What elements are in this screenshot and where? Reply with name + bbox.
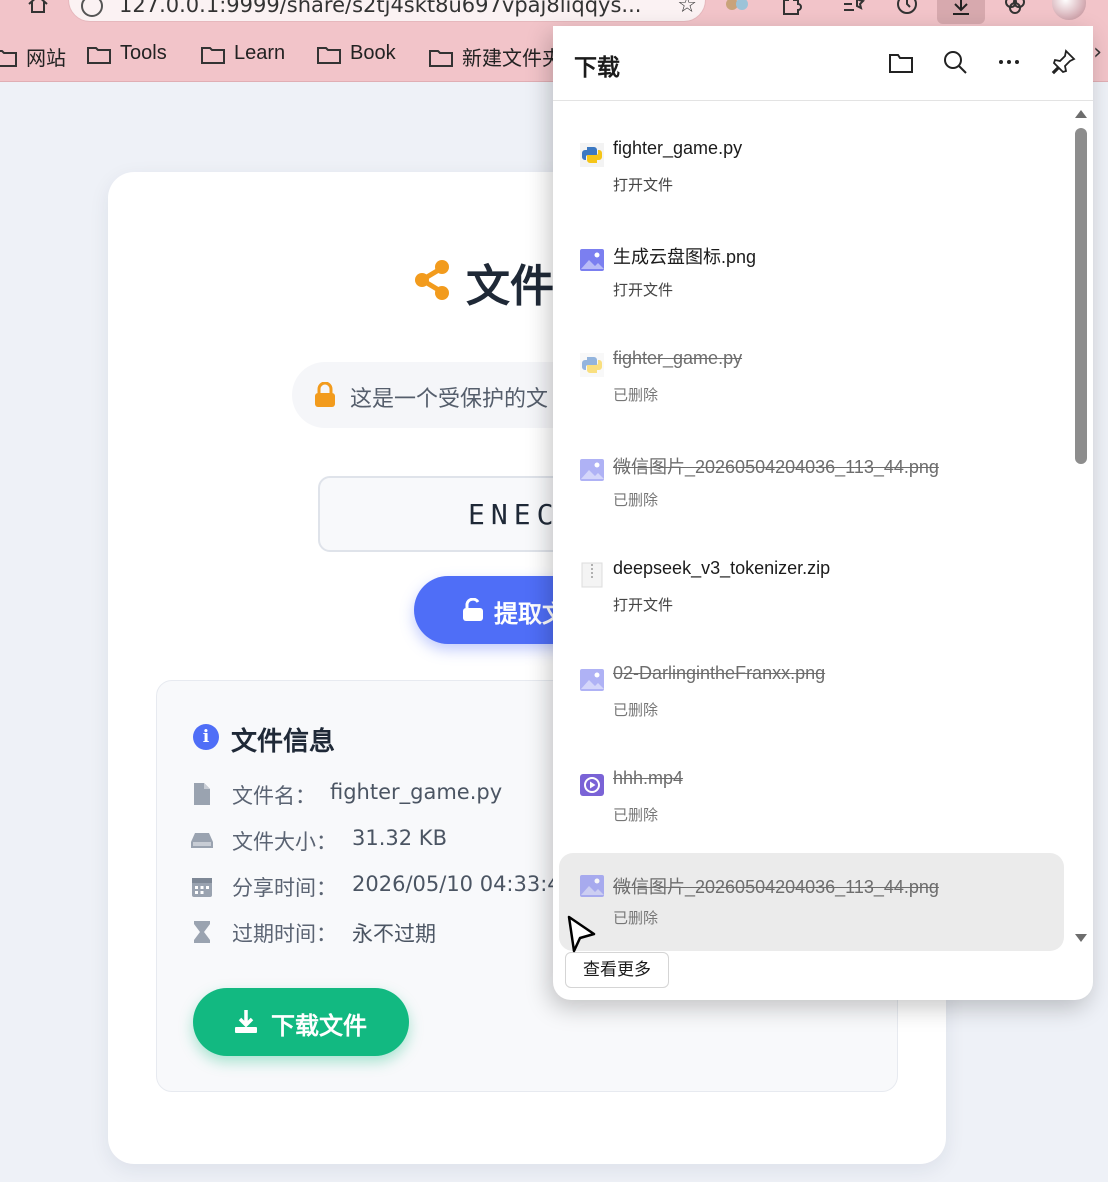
search-icon[interactable] bbox=[941, 48, 969, 76]
share-icon bbox=[415, 260, 449, 300]
python-file-icon bbox=[580, 353, 604, 377]
star-icon[interactable]: ☆ bbox=[677, 0, 697, 18]
calendar-icon bbox=[192, 878, 212, 897]
panel-divider bbox=[553, 100, 1093, 101]
bookmark-label: Tools bbox=[120, 42, 167, 64]
browser-toolbar: 127.0.0.1:9999/share/s2tj4skt8u697vpaj8l… bbox=[0, 0, 1108, 26]
image-file-icon bbox=[580, 875, 604, 897]
file-icon bbox=[194, 783, 210, 805]
page-title: 文件 bbox=[466, 261, 554, 312]
file-size-value: 31.32 KB bbox=[352, 826, 447, 850]
download-file-name: deepseek_v3_tokenizer.zip bbox=[613, 558, 831, 578]
copilot-icon[interactable] bbox=[1002, 0, 1028, 16]
zip-file-icon bbox=[581, 562, 603, 588]
folder-icon bbox=[429, 49, 453, 67]
file-info-title: 文件信息 bbox=[231, 727, 336, 757]
more-options-icon[interactable] bbox=[995, 48, 1023, 76]
folder-icon bbox=[201, 46, 225, 64]
downloads-title: 下载 bbox=[574, 55, 620, 81]
download-item[interactable]: 02-DarlingintheFranxx.png 已删除 bbox=[559, 639, 1064, 737]
deleted-status: 已删除 bbox=[613, 701, 659, 719]
info-icon[interactable] bbox=[81, 0, 103, 17]
bookmark-folder[interactable]: Book bbox=[316, 42, 396, 65]
deleted-status: 已删除 bbox=[613, 806, 659, 824]
home-icon[interactable] bbox=[26, 0, 50, 16]
download-item[interactable]: fighter_game.py 已删除 bbox=[559, 324, 1064, 422]
download-file-label: 下载文件 bbox=[271, 1012, 367, 1040]
download-file-button[interactable]: 下载文件 bbox=[193, 988, 409, 1056]
scroll-down-arrow-icon[interactable] bbox=[1075, 934, 1087, 942]
download-file-name: 生成云盘图标.png bbox=[613, 247, 757, 267]
row-label: 分享时间： bbox=[232, 876, 337, 900]
image-file-icon bbox=[580, 669, 604, 691]
image-file-icon bbox=[580, 249, 604, 271]
folder-icon bbox=[317, 46, 341, 64]
bookmark-label: 网站 bbox=[26, 48, 66, 70]
file-name-value: fighter_game.py bbox=[330, 780, 503, 804]
download-file-name: fighter_game.py bbox=[613, 348, 743, 368]
url-text[interactable]: 127.0.0.1:9999/share/s2tj4skt8u697vpaj8l… bbox=[119, 0, 641, 17]
favorites-icon[interactable] bbox=[840, 0, 866, 16]
folder-icon[interactable] bbox=[887, 48, 915, 76]
image-file-icon bbox=[580, 459, 604, 481]
row-label: 过期时间： bbox=[232, 922, 337, 946]
download-file-name: hhh.mp4 bbox=[613, 768, 684, 788]
bookmark-folder[interactable]: 新建文件夹 bbox=[428, 42, 562, 71]
download-item[interactable]: 微信图片_20260504204036_113_44.png 已删除 bbox=[559, 853, 1064, 951]
row-label: 文件名： bbox=[232, 784, 316, 808]
see-more-button[interactable]: 查看更多 bbox=[565, 952, 669, 988]
puzzle-icon[interactable] bbox=[778, 0, 804, 16]
download-item[interactable]: hhh.mp4 已删除 bbox=[559, 744, 1064, 842]
bookmark-folder[interactable]: 网站 bbox=[0, 42, 66, 71]
avatar[interactable] bbox=[1052, 0, 1086, 20]
download-file-name: 微信图片_20260504204036_113_44.png bbox=[613, 457, 939, 477]
download-file-name: 微信图片_20260504204036_113_44.png bbox=[613, 877, 939, 897]
drive-icon bbox=[191, 833, 213, 848]
mouse-cursor-icon bbox=[567, 915, 596, 953]
lock-icon bbox=[315, 382, 335, 407]
download-item[interactable]: fighter_game.py 打开文件 bbox=[559, 114, 1064, 212]
info-icon: i bbox=[193, 724, 219, 750]
deleted-status: 已删除 bbox=[613, 386, 659, 404]
downloads-toolbar-button[interactable] bbox=[937, 0, 985, 24]
hourglass-icon bbox=[194, 921, 210, 943]
video-file-icon bbox=[580, 774, 604, 796]
bookmark-folder[interactable]: Learn bbox=[200, 42, 285, 65]
bookmark-label: 新建文件夹 bbox=[462, 48, 562, 70]
folder-icon bbox=[0, 49, 17, 67]
row-label: 文件大小： bbox=[232, 830, 337, 854]
folder-icon bbox=[87, 46, 111, 64]
extension-icon[interactable] bbox=[724, 0, 750, 16]
pin-icon[interactable] bbox=[1049, 48, 1077, 76]
deleted-status: 已删除 bbox=[613, 491, 659, 509]
bookmark-label: Learn bbox=[234, 42, 286, 64]
share-time-value: 2026/05/10 04:33:41 bbox=[352, 872, 575, 896]
bookmark-label: Book bbox=[350, 42, 396, 64]
unlock-icon bbox=[463, 598, 483, 621]
download-icon bbox=[235, 1010, 257, 1033]
download-item[interactable]: 生成云盘图标.png 打开文件 bbox=[559, 219, 1064, 317]
history-icon[interactable] bbox=[894, 0, 920, 16]
notice-text: 这是一个受保护的文 bbox=[350, 387, 549, 412]
download-file-name: fighter_game.py bbox=[613, 138, 743, 158]
scrollbar-thumb[interactable] bbox=[1075, 128, 1087, 464]
download-file-name: 02-DarlingintheFranxx.png bbox=[613, 663, 826, 683]
scroll-up-arrow-icon[interactable] bbox=[1075, 110, 1087, 118]
deleted-status: 已删除 bbox=[613, 909, 659, 927]
address-bar[interactable]: 127.0.0.1:9999/share/s2tj4skt8u697vpaj8l… bbox=[68, 0, 706, 22]
open-file-link[interactable]: 打开文件 bbox=[613, 279, 673, 300]
download-icon bbox=[953, 0, 969, 15]
open-file-link[interactable]: 打开文件 bbox=[613, 174, 673, 195]
download-item[interactable]: 微信图片_20260504204036_113_44.png 已删除 bbox=[559, 429, 1064, 527]
expire-time-value: 永不过期 bbox=[352, 922, 436, 946]
python-file-icon bbox=[580, 143, 604, 167]
chevron-right-icon[interactable]: › bbox=[1093, 40, 1102, 65]
open-file-link[interactable]: 打开文件 bbox=[613, 594, 673, 615]
download-item[interactable]: deepseek_v3_tokenizer.zip 打开文件 bbox=[559, 534, 1064, 632]
bookmark-folder[interactable]: Tools bbox=[86, 42, 167, 65]
